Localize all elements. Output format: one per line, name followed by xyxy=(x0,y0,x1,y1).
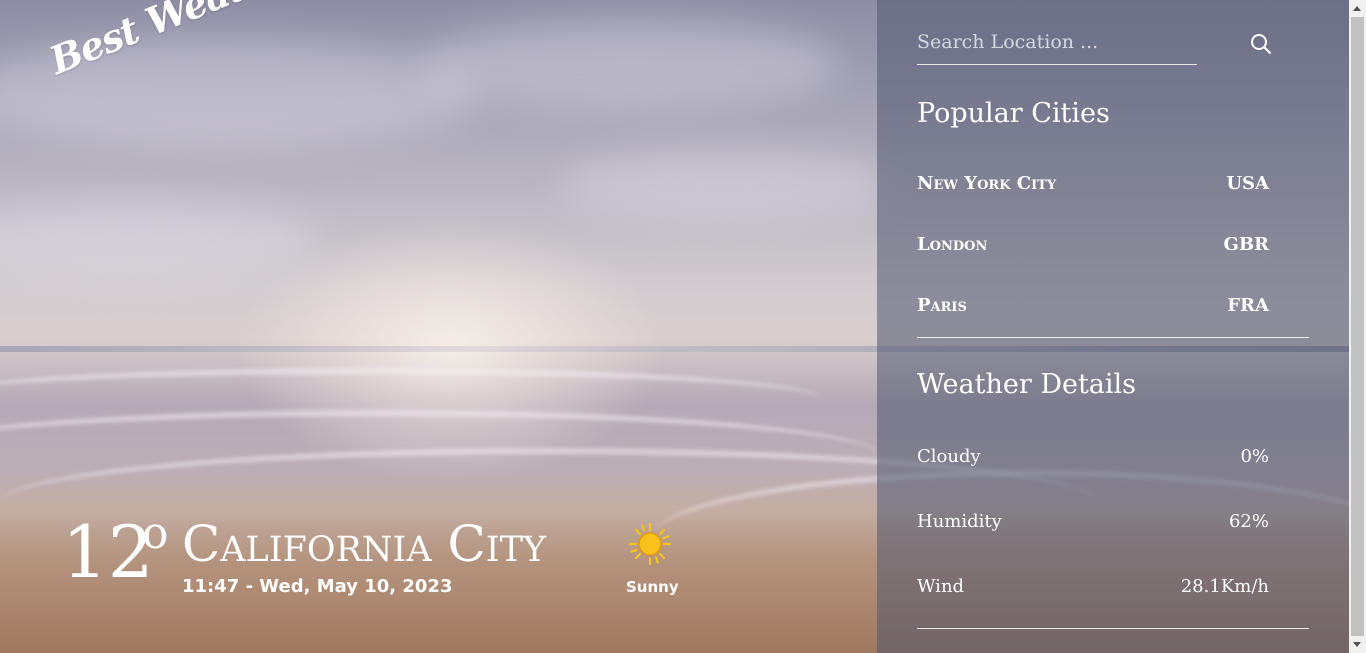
detail-label: Humidity xyxy=(917,510,1002,532)
detail-value: 62% xyxy=(1228,510,1269,532)
detail-row-cloudy: Cloudy 0% xyxy=(917,441,1289,471)
detail-label: Wind xyxy=(917,575,965,597)
city-item-name: London xyxy=(917,233,988,255)
weather-details-heading: Weather Details xyxy=(917,369,1137,400)
search-bar xyxy=(917,24,1197,65)
city-item-london[interactable]: London GBR xyxy=(917,229,1289,259)
city-item-name: New York City xyxy=(917,172,1057,194)
condition-label: Sunny xyxy=(626,578,679,596)
city-item-new-york[interactable]: New York City USA xyxy=(917,168,1289,198)
city-name: California City xyxy=(182,515,547,573)
city-item-name: Paris xyxy=(917,294,967,316)
vertical-scrollbar[interactable] xyxy=(1349,0,1366,653)
temperature-value: 12 xyxy=(62,510,154,594)
detail-row-humidity: Humidity 62% xyxy=(917,506,1289,536)
date-time: 11:47 - Wed, May 10, 2023 xyxy=(182,576,453,597)
scrollbar-thumb[interactable] xyxy=(1351,17,1364,636)
city-item-paris[interactable]: Paris FRA xyxy=(917,290,1289,320)
sun-icon xyxy=(628,522,672,566)
detail-row-wind: Wind 28.1Km/h xyxy=(917,571,1289,601)
search-input[interactable] xyxy=(917,24,1197,60)
detail-value: 28.1Km/h xyxy=(1180,575,1269,597)
city-item-country: USA xyxy=(1226,172,1269,194)
divider xyxy=(917,337,1309,338)
city-item-country: GBR xyxy=(1223,233,1269,255)
popular-cities-heading: Popular Cities xyxy=(917,98,1110,129)
scroll-down-arrow-icon[interactable] xyxy=(1353,642,1361,647)
side-panel: Popular Cities New York City USA London … xyxy=(877,0,1349,653)
degree-symbol: o xyxy=(142,508,169,559)
detail-value: 0% xyxy=(1240,445,1269,467)
search-icon[interactable] xyxy=(1249,32,1273,56)
divider xyxy=(917,628,1309,629)
detail-label: Cloudy xyxy=(917,445,981,467)
city-item-country: FRA xyxy=(1227,294,1269,316)
scroll-up-arrow-icon[interactable] xyxy=(1353,6,1361,11)
